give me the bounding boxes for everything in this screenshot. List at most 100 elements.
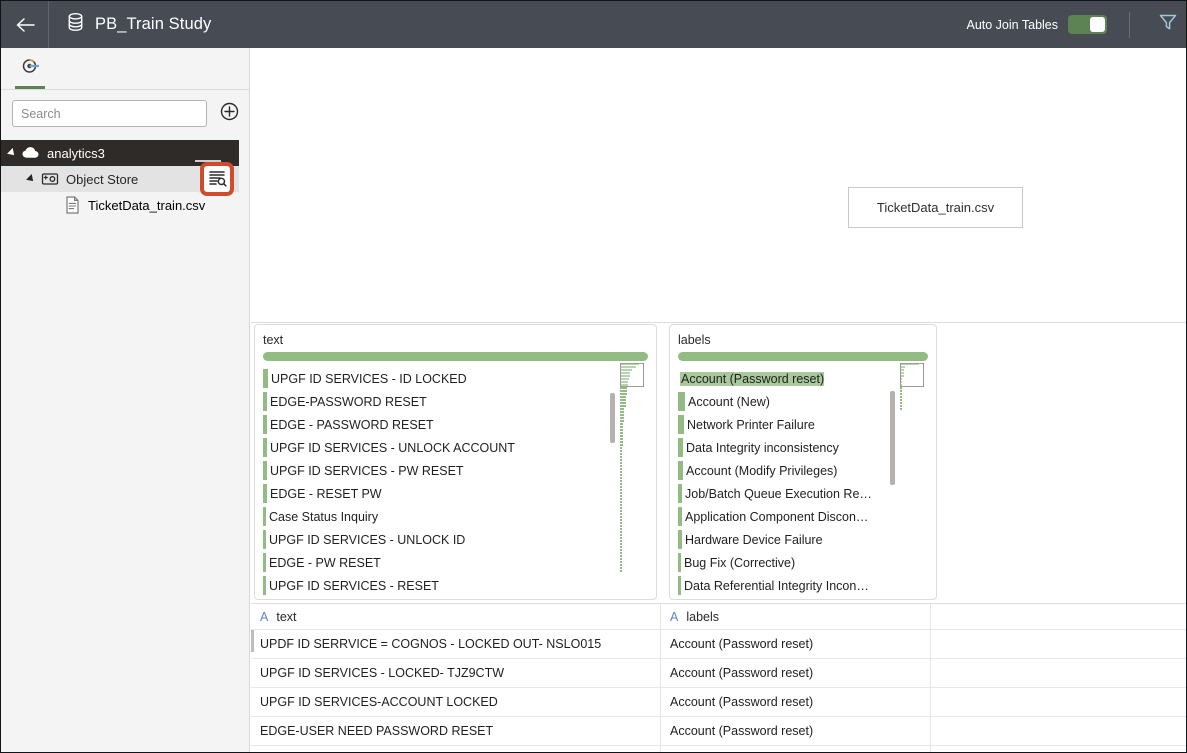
csv-file-icon (63, 196, 81, 214)
application-window: PB_Train Study Auto Join Tables Search a… (0, 0, 1187, 753)
column-profile-value-item[interactable]: Application Component Discon… (678, 505, 898, 528)
histogram-bar (620, 408, 624, 410)
histogram-bar (620, 570, 622, 572)
cell-text: EDGE-USER NEED PASSWORD RESET (251, 716, 661, 746)
histogram-bar (900, 402, 902, 404)
histogram-bar (620, 456, 622, 458)
value-label: Data Integrity inconsistency (686, 440, 839, 455)
column-profile-value-item[interactable]: Account (Modify Privileges) (678, 459, 898, 482)
value-label: Hardware Device Failure (685, 532, 823, 547)
histogram-bar (620, 399, 626, 401)
back-button[interactable] (1, 1, 48, 48)
column-profile-mini-histogram[interactable] (890, 363, 924, 595)
histogram-bar (620, 444, 623, 446)
table-row[interactable]: UPDF ID SERRVICE = COGNOS - LOCKED OUT- … (251, 629, 1186, 659)
column-profiles-row: text UPGF ID SERVICES - ID LOCKED EDGE-PA… (251, 324, 937, 600)
column-profile-value-item[interactable]: Account (New) (678, 390, 898, 413)
database-icon (67, 13, 84, 36)
value-label: EDGE - RESET PW (270, 486, 382, 501)
column-profile-value-item[interactable]: Hardware Device Failure (678, 528, 898, 551)
data-grid-header: A text A labels (251, 604, 1186, 630)
table-row[interactable]: UPGF ID SERVICES - MY LTL PW RESTOperati… (251, 745, 1186, 752)
histogram-bar (900, 393, 902, 395)
table-row[interactable]: UPGF ID SERVICES - LOCKED- TJZ9CTW Accoun… (251, 658, 1186, 688)
histogram-bar (620, 546, 622, 548)
canvas-node-ticketdata[interactable]: TicketData_train.csv (848, 187, 1023, 228)
cell-labels: Account (Password reset) (661, 687, 931, 717)
cloud-icon (22, 144, 40, 162)
histogram-bar (620, 423, 623, 425)
chevron-expanded-icon[interactable] (7, 148, 17, 158)
grid-resize-handle[interactable] (251, 630, 254, 652)
column-profile-value-list: Account (Password reset) Account (New) Net… (670, 367, 936, 597)
add-connection-button[interactable] (219, 102, 239, 124)
column-profile-value-item[interactable]: Account (Password reset) (678, 367, 898, 390)
value-frequency-bar (263, 415, 267, 434)
value-frequency-bar (263, 461, 267, 480)
inspect-data-button[interactable] (200, 162, 234, 196)
histogram-viewport-box[interactable] (900, 363, 924, 387)
tree-item-object-store[interactable]: Object Store (1, 162, 239, 196)
histogram-bar (620, 522, 622, 524)
column-profile-value-item[interactable]: EDGE-PASSWORD RESET (263, 390, 618, 413)
column-profile-value-item[interactable]: Case Status Inquiry (263, 505, 618, 528)
column-profile-value-item[interactable]: Bug Fix (Corrective) (678, 551, 898, 574)
column-profile-value-item[interactable]: EDGE - RESET PW (263, 482, 618, 505)
histogram-scrollbar-thumb[interactable] (610, 393, 615, 443)
active-tab-underline (15, 86, 45, 89)
table-row[interactable]: UPGF ID SERVICES-ACCOUNT LOCKED Account (… (251, 687, 1186, 717)
column-header-label: labels (686, 609, 720, 624)
column-profile-value-item[interactable]: EDGE - PW RESET (263, 551, 618, 574)
column-profile-value-list: UPGF ID SERVICES - ID LOCKED EDGE-PASSWOR… (255, 367, 656, 597)
column-header-labels[interactable]: A labels (661, 604, 931, 630)
column-profile-value-item[interactable]: Job/Batch Queue Execution Re… (678, 482, 898, 505)
column-profile-value-item[interactable]: UPGF ID SERVICES - ID LOCKED (263, 367, 618, 390)
cell-labels: Account (Password reset) (661, 658, 931, 688)
cell-text: UPGF ID SERVICES-ACCOUNT LOCKED (251, 687, 661, 717)
column-profile-value-item[interactable]: Data Referential Integrity Incon… (678, 574, 898, 597)
column-profile-labels[interactable]: labels Account (Password reset) Account (… (669, 324, 937, 600)
histogram-bar (620, 501, 622, 503)
search-input[interactable] (12, 100, 208, 127)
histogram-bar (620, 447, 622, 449)
value-label: Bug Fix (Corrective) (684, 555, 796, 570)
page-title: PB_Train Study (95, 15, 212, 33)
value-label: Data Referential Integrity Incon… (684, 578, 869, 593)
auto-join-tables-toggle[interactable] (1068, 15, 1107, 34)
column-header-text[interactable]: A text (251, 604, 661, 630)
histogram-scrollbar-thumb[interactable] (890, 391, 895, 485)
flow-canvas[interactable]: TicketData_train.csv (251, 48, 1186, 323)
histogram-bar (620, 534, 622, 536)
tree-item-ticketdata-train-csv[interactable]: TicketData_train.csv (1, 192, 249, 218)
chevron-expanded-icon[interactable] (26, 174, 36, 184)
histogram-bar (620, 477, 622, 479)
column-profile-value-item[interactable]: UPGF ID SERVICES - PW RESET (263, 459, 618, 482)
column-profile-mini-histogram[interactable] (610, 363, 644, 595)
column-profile-value-item[interactable]: EDGE - PASSWORD RESET (263, 413, 618, 436)
value-label: Job/Batch Queue Execution Re… (685, 486, 872, 501)
value-frequency-bar (678, 415, 684, 434)
value-label: EDGE-PASSWORD RESET (270, 394, 427, 409)
column-profile-value-item[interactable]: Data Integrity inconsistency (678, 436, 898, 459)
table-row[interactable]: EDGE-USER NEED PASSWORD RESET Account (Pa… (251, 716, 1186, 746)
histogram-bar (620, 465, 622, 467)
histogram-bar (620, 558, 622, 560)
histogram-bar (620, 549, 622, 551)
value-frequency-bar (678, 461, 683, 480)
filter-button[interactable] (1148, 1, 1186, 48)
value-label: Account (New) (688, 394, 770, 409)
data-grid[interactable]: A text A labels UPDF ID SERRVICE = COGNO… (251, 603, 1186, 752)
inspect-data-icon (208, 169, 227, 190)
histogram-bar (900, 390, 902, 392)
sidebar-tab-data-connections[interactable] (13, 48, 49, 89)
column-profile-value-item[interactable]: UPGF ID SERVICES - UNLOCK ACCOUNT (263, 436, 618, 459)
histogram-bar (900, 405, 902, 407)
value-label: UPGF ID SERVICES - UNLOCK ID (269, 532, 466, 547)
column-profile-value-item[interactable]: Network Printer Failure (678, 413, 898, 436)
cell-labels: Operative activity not followed (661, 745, 931, 752)
histogram-bar (620, 555, 622, 557)
column-profile-text[interactable]: text UPGF ID SERVICES - ID LOCKED EDGE-PA… (254, 324, 657, 600)
histogram-viewport-box[interactable] (620, 363, 644, 387)
column-profile-value-item[interactable]: UPGF ID SERVICES - RESET (263, 574, 618, 597)
column-profile-value-item[interactable]: UPGF ID SERVICES - UNLOCK ID (263, 528, 618, 551)
